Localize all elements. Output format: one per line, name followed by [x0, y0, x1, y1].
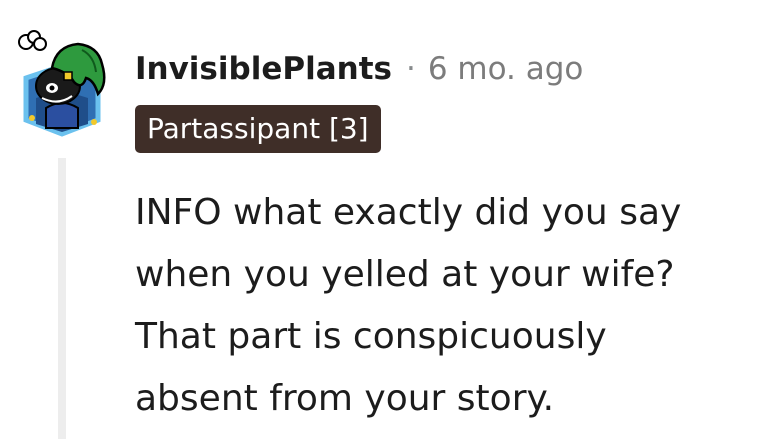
user-flair-badge: Partassipant [3]: [135, 105, 381, 153]
avatar[interactable]: [12, 28, 112, 140]
comment-header: InvisiblePlants · 6 mo. ago: [135, 46, 583, 92]
comment-body: INFO what exactly did you say when you y…: [135, 182, 755, 430]
snoo-avatar-icon: [18, 30, 106, 137]
meta-separator: ·: [405, 51, 416, 87]
thread-line[interactable]: [58, 158, 66, 439]
comment-body-line: when you yelled at your wife?: [135, 254, 675, 295]
comment-body-line: absent from your story.: [135, 378, 555, 419]
comment-timestamp[interactable]: 6 mo. ago: [428, 51, 584, 87]
author-username[interactable]: InvisiblePlants: [135, 51, 392, 87]
comment-body-line: That part is conspicuously: [135, 316, 607, 357]
comment-body-line: INFO what exactly did you say: [135, 192, 682, 233]
